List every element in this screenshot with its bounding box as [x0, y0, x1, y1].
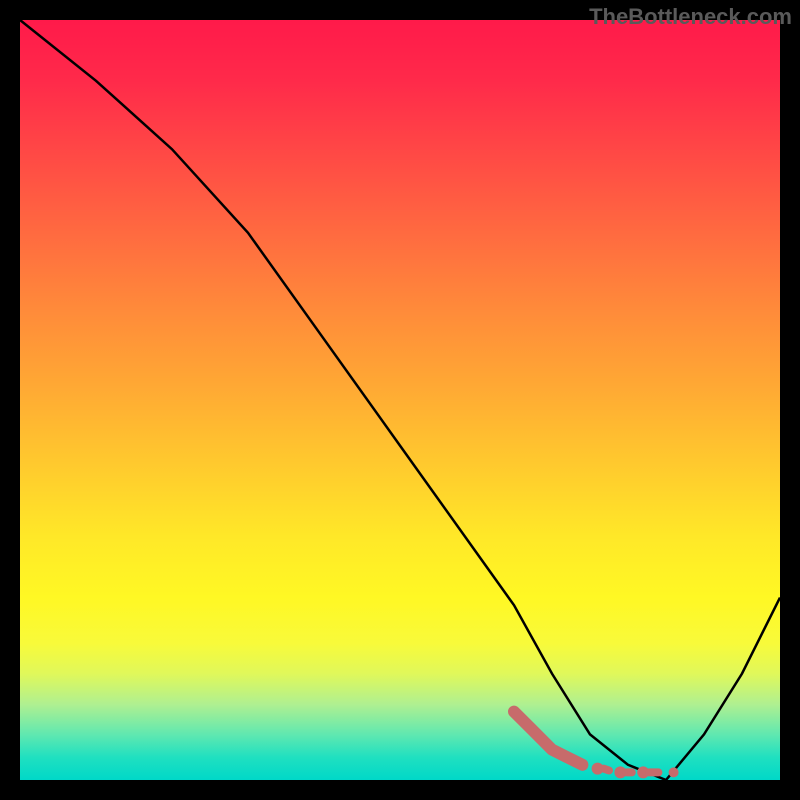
plot-area [20, 20, 780, 780]
curve-path [20, 20, 780, 780]
highlight-segment [514, 712, 582, 765]
main-curve [20, 20, 780, 780]
highlight-dots [514, 712, 679, 779]
highlight-dot [669, 767, 679, 777]
highlight-dash [604, 769, 609, 771]
watermark-text: TheBottleneck.com [589, 4, 792, 30]
chart-svg [20, 20, 780, 780]
